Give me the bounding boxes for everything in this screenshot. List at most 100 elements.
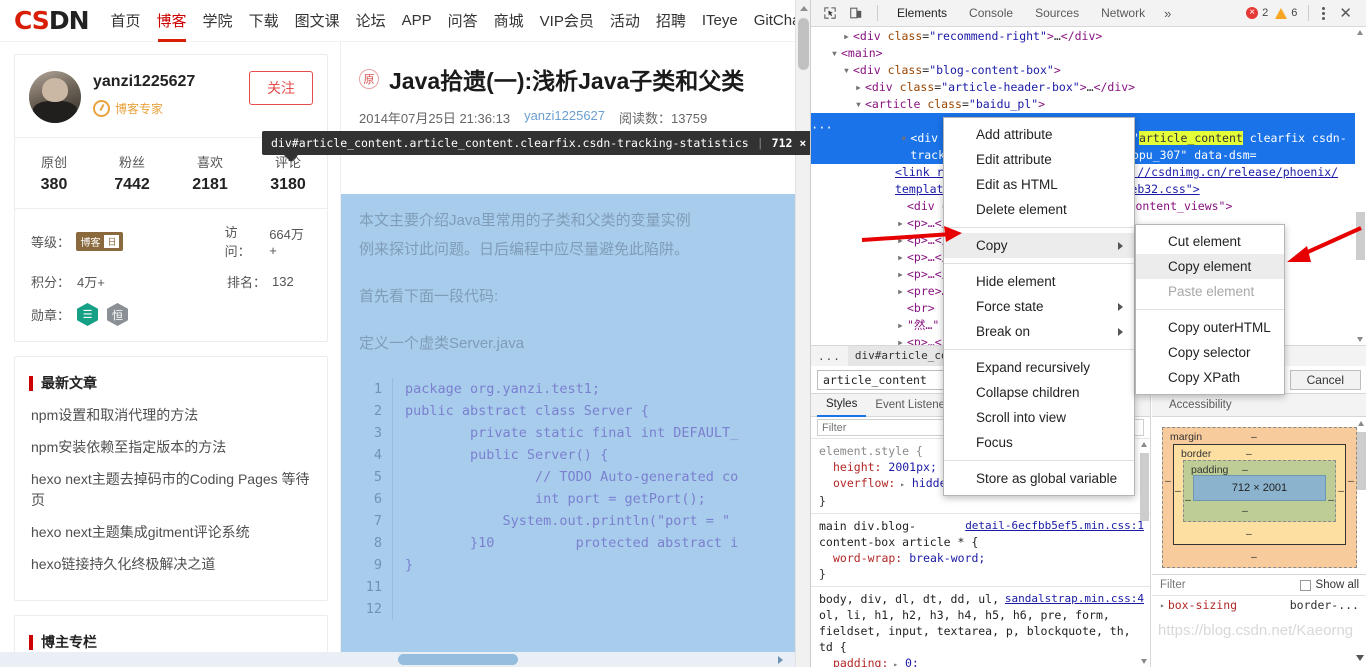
menu-item-force-state[interactable]: Force state <box>944 294 1134 319</box>
nav-item-4[interactable]: 图文课 <box>294 0 341 42</box>
menu-item-focus[interactable]: Focus <box>944 430 1134 455</box>
expand-triangle-icon[interactable]: ▸ <box>1160 601 1165 610</box>
scroll-up-arrow[interactable] <box>1141 442 1147 447</box>
dom-line[interactable]: ▾<main> <box>811 45 1366 62</box>
more-tabs-button[interactable]: » <box>1156 6 1179 21</box>
inspect-element-icon[interactable] <box>817 1 843 25</box>
menu-item-copy[interactable]: Copy <box>944 233 1134 258</box>
list-item[interactable]: hexo next主题集成gitment评论系统 <box>31 522 311 543</box>
scroll-up-arrow[interactable] <box>1358 421 1364 426</box>
tab-console[interactable]: Console <box>958 0 1024 26</box>
padding-top-value[interactable]: – <box>1242 464 1248 476</box>
nav-item-12[interactable]: ITeye <box>701 2 739 40</box>
article-horizontal-scrollbar[interactable] <box>0 652 795 667</box>
dom-context-menu[interactable]: Add attributeEdit attributeEdit as HTMLD… <box>943 117 1135 496</box>
menu-item-edit-attribute[interactable]: Edit attribute <box>944 147 1134 172</box>
menu-item-store-as-global-variable[interactable]: Store as global variable <box>944 466 1134 491</box>
scroll-down-arrow[interactable] <box>1356 655 1364 661</box>
submenu-item-cut-element[interactable]: Cut element <box>1136 229 1284 254</box>
menu-item-hide-element[interactable]: Hide element <box>944 269 1134 294</box>
submenu-item-copy-xpath[interactable]: Copy XPath <box>1136 365 1284 390</box>
list-item[interactable]: hexo链接持久化终极解决之道 <box>31 554 311 575</box>
breadcrumb-overflow[interactable]: ... <box>811 350 848 363</box>
dom-line[interactable]: ▾<div class="blog-content-box"> <box>811 62 1366 79</box>
article-author-link[interactable]: yanzi1225627 <box>524 108 605 127</box>
border-right-value[interactable]: – <box>1338 485 1344 497</box>
css-declaration[interactable]: word-wrap: break-word; <box>819 550 1144 566</box>
border-bottom-value[interactable]: – <box>1246 528 1252 540</box>
nav-item-0[interactable]: 首页 <box>110 0 142 42</box>
scroll-up-arrow[interactable] <box>1357 30 1363 35</box>
nav-item-5[interactable]: 论坛 <box>355 0 387 42</box>
border-top-value[interactable]: – <box>1246 448 1252 460</box>
margin-left-value[interactable]: – <box>1165 475 1171 487</box>
nav-item-11[interactable]: 招聘 <box>655 0 687 42</box>
list-item[interactable]: npm安装依赖至指定版本的方法 <box>31 437 311 458</box>
padding-right-value[interactable]: – <box>1328 494 1334 506</box>
device-toolbar-icon[interactable] <box>843 1 869 25</box>
border-left-value[interactable]: – <box>1175 485 1181 497</box>
close-icon[interactable]: ✕ <box>1333 4 1358 22</box>
cancel-button[interactable]: Cancel <box>1290 370 1361 390</box>
css-declaration[interactable]: padding: ▸ 0; <box>819 655 1144 667</box>
box-model-content-size[interactable]: 712 × 2001 <box>1193 475 1326 501</box>
nav-item-9[interactable]: VIP会员 <box>539 0 595 42</box>
nav-item-7[interactable]: 问答 <box>447 0 479 42</box>
medal-icon-1[interactable]: ☰ <box>77 303 98 326</box>
menu-item-delete-element[interactable]: Delete element <box>944 197 1134 222</box>
menu-item-scroll-into-view[interactable]: Scroll into view <box>944 405 1134 430</box>
nav-item-2[interactable]: 学院 <box>202 0 234 42</box>
menu-item-collapse-children[interactable]: Collapse children <box>944 380 1134 405</box>
kebab-menu-icon[interactable] <box>1315 7 1331 20</box>
medal-icon-2[interactable]: 恒 <box>107 303 128 326</box>
css-source-link[interactable]: detail-6ecfbb5ef5.min.css:1 <box>965 518 1144 534</box>
nav-item-6[interactable]: APP <box>401 2 433 40</box>
dom-line[interactable]: ▸<div class="article-header-box">…</div> <box>811 79 1366 96</box>
scrollbar-thumb[interactable] <box>398 654 518 665</box>
scrollbar-thumb[interactable] <box>1140 453 1149 521</box>
show-all-checkbox[interactable] <box>1300 580 1311 591</box>
scroll-up-arrow[interactable] <box>800 6 808 11</box>
submenu-item-copy-outerhtml[interactable]: Copy outerHTML <box>1136 315 1284 340</box>
margin-right-value[interactable]: – <box>1348 475 1354 487</box>
list-item[interactable]: npm设置和取消代理的方法 <box>31 405 311 426</box>
tab-sources[interactable]: Sources <box>1024 0 1090 26</box>
csdn-logo[interactable]: CSDN <box>14 6 89 35</box>
nav-item-3[interactable]: 下载 <box>248 0 280 42</box>
tab-accessibility[interactable]: Accessibility <box>1160 394 1241 416</box>
padding-left-value[interactable]: – <box>1185 494 1191 506</box>
computed-property-row[interactable]: ▸ box-sizing border-... <box>1152 596 1366 614</box>
menu-item-break-on[interactable]: Break on <box>944 319 1134 344</box>
menu-item-expand-recursively[interactable]: Expand recursively <box>944 355 1134 380</box>
tab-network[interactable]: Network <box>1090 0 1156 26</box>
tab-elements[interactable]: Elements <box>886 0 958 26</box>
copy-submenu[interactable]: Cut elementCopy elementPaste elementCopy… <box>1135 224 1285 395</box>
computed-scrollbar[interactable] <box>1356 418 1366 633</box>
styles-scrollbar[interactable] <box>1139 439 1150 667</box>
scroll-right-arrow[interactable] <box>778 656 783 664</box>
dom-tree-scrollbar[interactable] <box>1355 27 1366 345</box>
scroll-down-arrow[interactable] <box>1141 659 1147 664</box>
scrollbar-thumb[interactable] <box>1356 212 1365 260</box>
dom-line[interactable]: ▾<article class="baidu_pl"> <box>811 96 1366 113</box>
nav-item-8[interactable]: 商城 <box>493 0 525 42</box>
css-rule[interactable]: detail-6ecfbb5ef5.min.css:1main div.blog… <box>811 514 1150 587</box>
scroll-down-arrow[interactable] <box>1357 337 1363 342</box>
list-item[interactable]: hexo next主题去掉码市的Coding Pages 等待页 <box>31 469 311 511</box>
padding-bottom-value[interactable]: – <box>1242 505 1248 517</box>
css-source-link[interactable]: sandalstrap.min.css:4 <box>1005 591 1144 607</box>
menu-item-add-attribute[interactable]: Add attribute <box>944 122 1134 147</box>
margin-top-value[interactable]: – <box>1251 431 1257 443</box>
nav-item-10[interactable]: 活动 <box>609 0 641 42</box>
css-rule[interactable]: sandalstrap.min.css:4body, div, dl, dt, … <box>811 587 1150 667</box>
follow-button[interactable]: 关注 <box>249 71 313 105</box>
dom-line[interactable]: ▸<div class="recommend-right">…</div> <box>811 28 1366 45</box>
scrollbar-thumb[interactable] <box>798 18 809 70</box>
pane-tab-0[interactable]: Styles <box>817 394 866 417</box>
page-vertical-scrollbar[interactable] <box>795 0 810 667</box>
margin-bottom-value[interactable]: – <box>1251 551 1257 563</box>
computed-filter-label[interactable]: Filter <box>1160 579 1186 591</box>
menu-item-edit-as-html[interactable]: Edit as HTML <box>944 172 1134 197</box>
scrollbar-thumb[interactable] <box>1357 432 1366 490</box>
submenu-item-copy-selector[interactable]: Copy selector <box>1136 340 1284 365</box>
